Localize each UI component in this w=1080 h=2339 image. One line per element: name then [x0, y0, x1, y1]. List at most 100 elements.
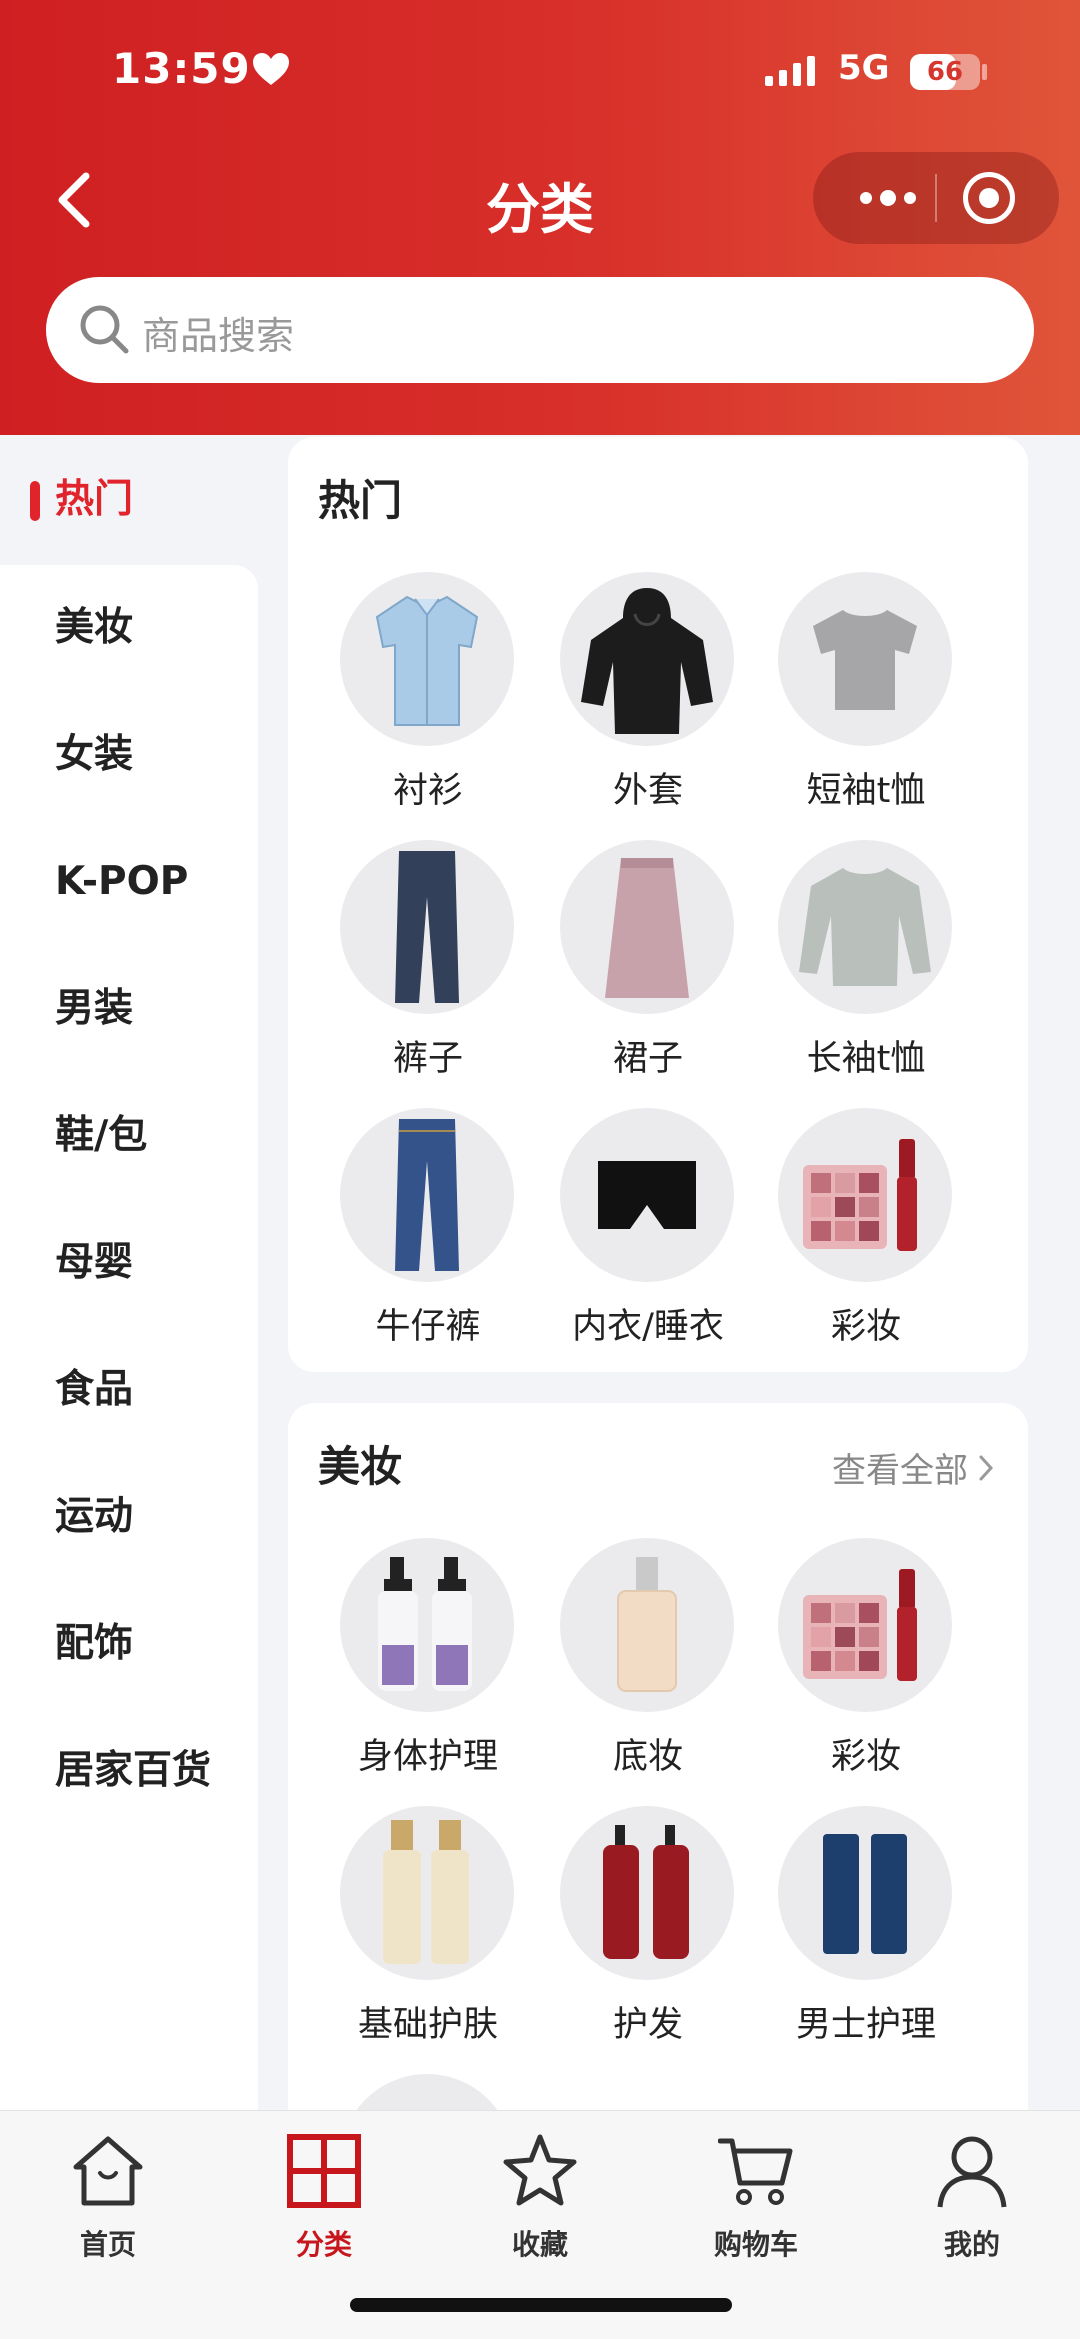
cart-icon: [718, 2138, 793, 2205]
network-type: 5G: [838, 48, 890, 88]
sidebar-item-label: 热门: [55, 477, 134, 522]
category-item[interactable]: 衬衫: [318, 572, 538, 822]
home-icon: [73, 2136, 143, 2206]
sidebar-item-accessories[interactable]: 配饰: [0, 1581, 258, 1707]
pants-icon: [340, 840, 514, 1014]
sidebar-active-item[interactable]: 热门: [0, 437, 258, 563]
category-sidebar: 热门 美妆 女装 K-POP 男装 鞋/包 母婴 食品 运动 配饰 居家百货: [0, 435, 258, 2110]
sidebar-item-beauty[interactable]: 美妆: [0, 565, 258, 691]
category-item[interactable]: 牛仔裤: [318, 1108, 538, 1358]
more-button[interactable]: [843, 152, 933, 244]
capsule-divider: [935, 174, 937, 222]
sidebar-item-label: 配饰: [55, 1621, 134, 1666]
tab-label: 我的: [943, 2228, 1000, 2261]
dot: [860, 192, 872, 204]
status-time: 13:59: [112, 44, 251, 93]
close-miniprogram-button[interactable]: [963, 172, 1015, 224]
view-all-link[interactable]: 查看全部: [832, 1443, 994, 1492]
active-indicator: [30, 481, 40, 521]
haircare-icon: [560, 1806, 734, 1980]
star-icon: [503, 2134, 577, 2206]
sidebar-item-baby[interactable]: 母婴: [0, 1200, 258, 1326]
category-item-label: 彩妆: [830, 1307, 901, 1347]
category-item-label: 长袖t恤: [806, 1039, 926, 1079]
heart-icon: [253, 53, 289, 85]
chevron-right-icon: [979, 1455, 994, 1480]
category-item-label: 短袖t恤: [806, 771, 926, 811]
sidebar-item-hot[interactable]: 热门: [0, 435, 258, 565]
category-item-label: 男士护理: [795, 2005, 936, 2045]
home-indicator: [350, 2298, 732, 2312]
foundation-icon: [560, 1538, 734, 1712]
section-beauty: 美妆 查看全部 身体护理 底妆 彩妆 基础护肤 护发 男士护理: [288, 1403, 1028, 2248]
tab-category[interactable]: 分类: [216, 2123, 432, 2273]
category-item[interactable]: 外套: [538, 572, 758, 822]
sidebar-item-label: 男装: [55, 986, 134, 1031]
tab-label: 分类: [295, 2228, 352, 2261]
category-item-label: 身体护理: [357, 1737, 498, 1777]
category-item-label: 内衣/睡衣: [572, 1307, 724, 1347]
category-item-label: 底妆: [612, 1737, 683, 1777]
category-item[interactable]: 彩妆: [756, 1108, 976, 1358]
sidebar-item-womens[interactable]: 女装: [0, 692, 258, 818]
category-item[interactable]: 内衣/睡衣: [538, 1108, 758, 1358]
skirt-icon: [560, 840, 734, 1014]
category-item-label: 衬衫: [392, 771, 463, 811]
tab-cart[interactable]: 购物车: [648, 2123, 864, 2273]
makeup-icon: [778, 1108, 952, 1282]
makeup-icon: [778, 1538, 952, 1712]
sidebar-item-shoes-bags[interactable]: 鞋/包: [0, 1073, 258, 1199]
category-item-label: 彩妆: [830, 1737, 901, 1777]
category-item[interactable]: 彩妆: [756, 1538, 976, 1788]
sidebar-item-label: 鞋/包: [55, 1113, 148, 1158]
search-bar[interactable]: 商品搜索: [46, 277, 1034, 383]
category-item[interactable]: 基础护肤: [318, 1806, 538, 2056]
shirt-icon: [340, 572, 514, 746]
category-item[interactable]: 裤子: [318, 840, 538, 1090]
tab-home[interactable]: 首页: [0, 2123, 216, 2273]
sidebar-item-label: 居家百货: [55, 1748, 212, 1793]
section-hot: 热门 衬衫 外套 短袖t恤 裤子 裙子 长袖t恤 牛仔裤 内衣/睡衣 彩妆: [288, 437, 1028, 1372]
category-icon: [287, 2134, 361, 2208]
tab-label: 首页: [79, 2228, 136, 2261]
tab-label: 购物车: [713, 2228, 798, 2261]
category-item-label: 裙子: [612, 1039, 683, 1079]
category-item[interactable]: 身体护理: [318, 1538, 538, 1788]
jeans-icon: [340, 1108, 514, 1282]
category-item-label: 裤子: [392, 1039, 463, 1079]
sidebar-item-label: 女装: [55, 732, 134, 777]
view-all-label: 查看全部: [832, 1451, 968, 1491]
sidebar-item-label: K-POP: [55, 859, 189, 904]
sidebar-item-label: 母婴: [55, 1240, 134, 1285]
underwear-icon: [560, 1108, 734, 1282]
status-bar: 13:59 5G 66: [0, 0, 1080, 150]
tab-label: 收藏: [511, 2228, 568, 2261]
jacket-icon: [560, 572, 734, 746]
tab-profile[interactable]: 我的: [864, 2123, 1080, 2273]
section-title: 美妆: [318, 1442, 403, 1491]
category-item[interactable]: 短袖t恤: [756, 572, 976, 822]
dot: [904, 192, 916, 204]
category-item[interactable]: 长袖t恤: [756, 840, 976, 1090]
sidebar-item-mens[interactable]: 男装: [0, 946, 258, 1072]
category-item-label: 牛仔裤: [375, 1307, 481, 1347]
sidebar-item-kpop[interactable]: K-POP: [0, 819, 258, 945]
category-item-label: 外套: [612, 771, 683, 811]
sidebar-item-food[interactable]: 食品: [0, 1327, 258, 1453]
section-title: 热门: [318, 476, 403, 525]
category-item[interactable]: 男士护理: [756, 1806, 976, 2056]
battery-icon: 66: [910, 54, 980, 90]
category-item[interactable]: 底妆: [538, 1538, 758, 1788]
sidebar-item-label: 运动: [55, 1494, 134, 1539]
tab-favorites[interactable]: 收藏: [432, 2123, 648, 2273]
sidebar-item-label: 美妆: [55, 605, 134, 650]
category-item[interactable]: 裙子: [538, 840, 758, 1090]
battery-level: 66: [926, 57, 964, 87]
category-item[interactable]: 护发: [538, 1806, 758, 2056]
sidebar-item-home[interactable]: 居家百货: [0, 1708, 258, 1834]
search-input[interactable]: 商品搜索: [142, 305, 294, 360]
bodycare-icon: [340, 1538, 514, 1712]
dot: [880, 190, 896, 206]
signal-icon: [765, 56, 815, 86]
sidebar-item-sports[interactable]: 运动: [0, 1454, 258, 1580]
